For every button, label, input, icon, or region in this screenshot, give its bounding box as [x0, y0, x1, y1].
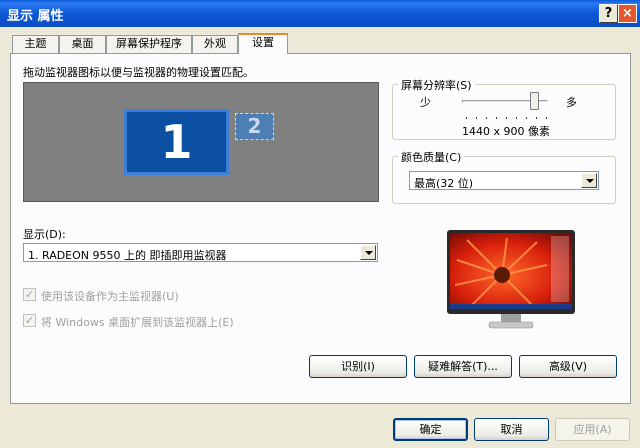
extend-desktop-label: 将 Windows 桌面扩展到该监视器上(E): [41, 316, 234, 329]
slider-tick: [546, 117, 547, 119]
apply-button[interactable]: 应用(A): [555, 418, 630, 441]
resolution-legend: 屏幕分辨率(S): [398, 77, 475, 93]
monitor-2-icon[interactable]: 2: [235, 113, 274, 140]
display-select[interactable]: 1. RADEON 9550 上的 即插即用监视器: [23, 243, 378, 262]
title-bar[interactable]: [0, 0, 640, 27]
resolution-min-label: 少: [420, 96, 431, 109]
advanced-button[interactable]: 高级(V): [519, 355, 617, 378]
primary-monitor-checkbox[interactable]: ✓: [23, 288, 36, 301]
slider-tick: [486, 117, 487, 119]
chevron-down-icon[interactable]: [581, 173, 597, 188]
slider-tick: [536, 117, 537, 119]
slider-tick: [506, 117, 507, 119]
color-quality-legend: 颜色质量(C): [398, 149, 465, 165]
cancel-button[interactable]: 取消: [474, 418, 549, 441]
slider-tick: [496, 117, 497, 119]
slider-tick: [476, 117, 477, 119]
instruction-text: 拖动监视器图标以便与监视器的物理设置匹配。: [23, 66, 254, 79]
resolution-slider-thumb[interactable]: [529, 92, 539, 110]
help-button[interactable]: ?: [599, 4, 618, 23]
tab-settings[interactable]: 设置: [238, 33, 288, 54]
monitor-1-icon[interactable]: 1: [124, 109, 229, 175]
chevron-down-icon[interactable]: [360, 245, 376, 260]
window-title: 显示 属性: [7, 9, 64, 24]
tab-screensaver[interactable]: 屏幕保护程序: [106, 35, 192, 53]
identify-button[interactable]: 识别(I): [309, 355, 407, 378]
tab-themes[interactable]: 主题: [12, 35, 59, 53]
resolution-value: 1440 x 900 像素: [462, 125, 550, 138]
close-icon: ×: [622, 6, 633, 21]
tab-appearance[interactable]: 外观: [192, 35, 238, 53]
ok-button[interactable]: 确定: [393, 418, 468, 441]
troubleshoot-button[interactable]: 疑难解答(T)...: [414, 355, 512, 378]
primary-monitor-label: 使用该设备作为主监视器(U): [41, 290, 179, 303]
display-value: 1. RADEON 9550 上的 即插即用监视器: [28, 249, 227, 262]
display-label: 显示(D):: [23, 228, 66, 241]
color-quality-value: 最高(32 位): [414, 177, 474, 190]
close-button[interactable]: ×: [618, 4, 637, 23]
color-quality-select[interactable]: 最高(32 位): [409, 171, 599, 190]
slider-tick: [516, 117, 517, 119]
monitor-preview-image: [447, 230, 575, 329]
slider-tick: [526, 117, 527, 119]
resolution-max-label: 多: [566, 96, 577, 109]
tab-desktop[interactable]: 桌面: [59, 35, 106, 53]
slider-tick: [466, 117, 467, 119]
extend-desktop-checkbox[interactable]: ✓: [23, 314, 36, 327]
